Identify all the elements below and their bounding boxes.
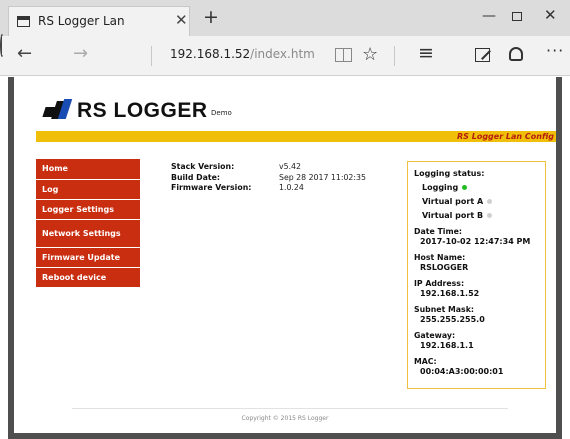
logo-icon [42,99,73,121]
menu-item-label: Firmware Update [42,252,121,262]
stack-version-value: v5.42 [279,162,301,171]
logging-indicator: Logging [414,183,539,192]
logo-demo-label: Demo [211,109,232,117]
stack-version-row: Stack Version: v5.42 [171,162,366,173]
menu-item-firmware-update[interactable]: Firmware Update [36,248,140,268]
virtual-port-a-dot-icon [487,199,493,204]
mac-value: 00:04:A3:00:00:01 [420,366,504,376]
datetime-label: Date Time: [414,227,462,236]
hub-icon[interactable]: ≡ [418,42,434,64]
new-tab-plus-icon[interactable]: + [203,6,219,28]
status-panel: Logging status: Logging Virtual port A V… [407,161,546,389]
browser-tab[interactable]: RS Logger Lan ✕ [8,6,190,36]
forward-arrow-icon[interactable]: → [73,43,88,64]
address-separator [151,46,152,66]
datetime-value: 2017-10-02 12:47:34 PM [420,236,531,246]
virtual-port-b-dot-icon [487,213,493,218]
menu-item-label: Network Settings [42,228,121,238]
virtual-port-b-label: Virtual port B [422,211,484,220]
url-path: /index.htm [250,47,315,61]
firmware-version-row: Firmware Version: 1.0.24 [171,183,366,194]
build-date-row: Build Date: Sep 28 2017 11:02:35 [171,173,366,184]
toolbar-separator [394,46,395,66]
window-close-icon[interactable]: ✕ [544,6,557,24]
build-date-value: Sep 28 2017 11:02:35 [279,172,366,182]
menu-item-label: Reboot device [42,272,107,282]
menu-item-label: Log [42,184,59,194]
back-arrow-icon[interactable]: ← [17,43,32,64]
page-frame: RS LOGGER Demo RS Logger Lan Config Home… [8,77,562,439]
menu-item-network-settings[interactable]: Network Settings [36,220,140,248]
firmware-version-value: 1.0.24 [279,183,304,192]
ip-address-label: IP Address: [414,279,465,288]
minimize-icon[interactable]: — [482,8,496,24]
menu-item-logger-settings[interactable]: Logger Settings [36,200,140,220]
hostname-value: RSLOGGER [420,262,469,272]
gateway-label: Gateway: [414,331,456,340]
tab-title: RS Logger Lan [38,14,125,28]
hostname-label: Host Name: [414,253,466,262]
virtual-port-a-label: Virtual port A [422,197,484,206]
version-info: Stack Version: v5.42 Build Date: Sep 28 … [171,162,366,194]
mac-label: MAC: [414,357,437,366]
side-menu: Home Log Logger Settings Network Setting… [36,159,140,288]
close-tab-icon[interactable]: ✕ [175,11,188,29]
url-host: 192.168.1.52 [170,47,251,61]
menu-item-reboot-device[interactable]: Reboot device [36,268,140,288]
gateway-value: 192.168.1.1 [420,340,474,350]
browser-tab-bar: RS Logger Lan ✕ + — ✕ [0,0,570,36]
maximize-icon[interactable] [512,12,522,21]
page-viewport: RS LOGGER Demo RS Logger Lan Config Home… [0,77,570,439]
virtual-port-a-indicator: Virtual port A [414,197,539,206]
logging-status-dot-icon [462,185,468,190]
logo-text: RS LOGGER [77,99,208,122]
share-icon[interactable] [509,47,523,61]
build-date-label: Build Date: [171,172,221,182]
subnet-mask-label: Subnet Mask: [414,305,474,314]
menu-item-log[interactable]: Log [36,180,140,200]
more-icon[interactable]: ··· [546,41,564,60]
reading-view-icon[interactable] [335,48,352,62]
address-bar[interactable]: 192.168.1.52/index.htm [170,47,315,61]
logging-status-title: Logging status: [414,169,485,178]
config-bar-title: RS Logger Lan Config [457,132,554,141]
star-icon[interactable]: ☆ [362,44,378,65]
firmware-version-label: Firmware Version: [171,183,252,192]
page-icon [17,16,30,27]
footer-divider [72,408,508,409]
browser-nav-bar: ← → 192.168.1.52/index.htm ☆ ≡ ··· [0,34,570,76]
subnet-mask-value: 255.255.255.0 [420,314,485,324]
web-note-icon[interactable] [475,48,490,62]
menu-item-home[interactable]: Home [36,159,140,180]
config-bar: RS Logger Lan Config [36,131,556,142]
menu-item-label: Logger Settings [42,204,114,214]
menu-item-label: Home [42,164,68,173]
stack-version-label: Stack Version: [171,162,235,171]
page-content: RS LOGGER Demo RS Logger Lan Config Home… [14,77,556,433]
footer-copyright: Copyright © 2015 RS Logger [241,415,329,422]
virtual-port-b-indicator: Virtual port B [414,211,539,220]
logging-label: Logging [422,183,459,192]
ip-address-value: 192.168.1.52 [420,288,480,298]
refresh-icon[interactable] [0,34,4,57]
